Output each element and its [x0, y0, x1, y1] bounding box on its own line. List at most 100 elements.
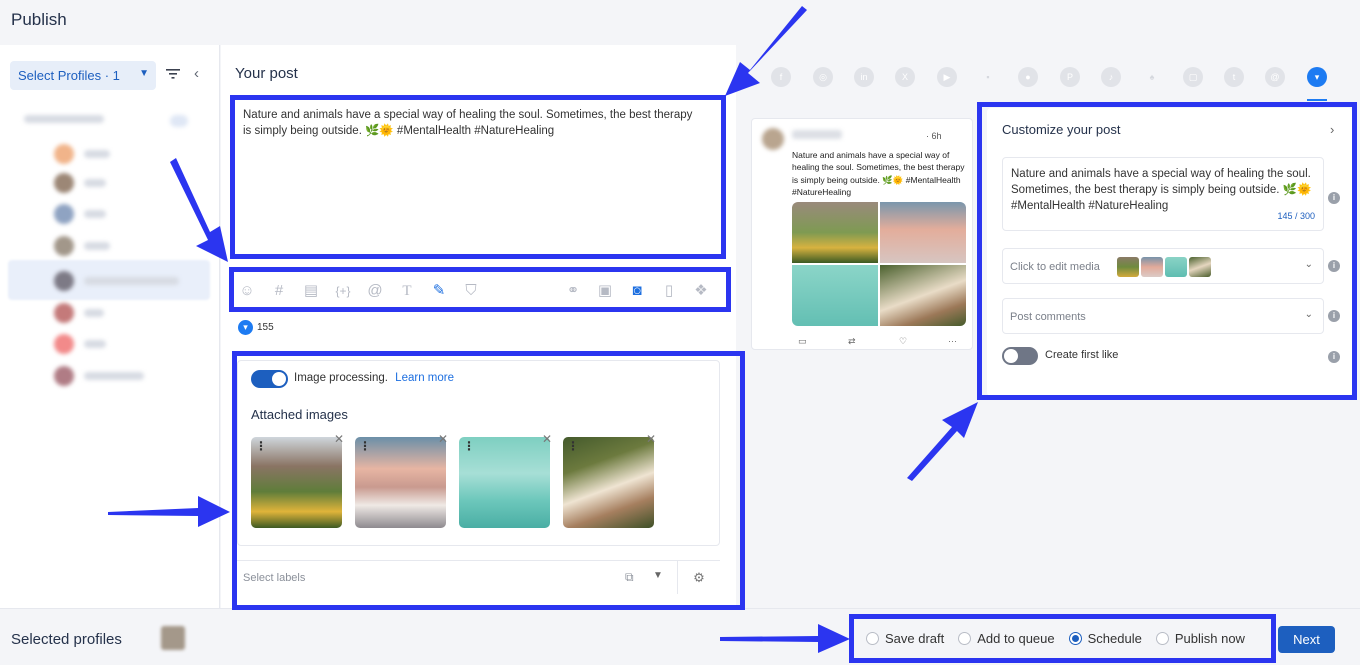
- text-format-icon[interactable]: T: [397, 281, 417, 301]
- preview-author-name: [792, 130, 842, 139]
- customize-char-count: 145 / 300: [1277, 211, 1315, 221]
- google-business-icon[interactable]: ▪: [978, 67, 998, 87]
- active-network-indicator: [1307, 99, 1327, 101]
- schedule-option[interactable]: Schedule: [1068, 631, 1142, 646]
- preview-image: [880, 265, 966, 326]
- remove-image-icon[interactable]: ✕: [542, 432, 552, 446]
- image-menu-icon[interactable]: ⋮: [567, 439, 579, 453]
- like-icon[interactable]: ♡: [899, 336, 907, 347]
- avatar: [762, 128, 784, 150]
- schedule-label: Schedule: [1087, 631, 1142, 646]
- first-like-toggle[interactable]: [1002, 347, 1038, 365]
- profile-item[interactable]: [54, 144, 110, 164]
- radio-circle: [866, 632, 879, 645]
- repost-icon[interactable]: ⇄: [848, 336, 856, 347]
- instagram-icon[interactable]: ◎: [813, 67, 833, 87]
- publish-now-option[interactable]: Publish now: [1155, 631, 1245, 646]
- remove-image-icon[interactable]: ✕: [646, 432, 656, 446]
- profile-item[interactable]: [54, 334, 106, 354]
- preview-image-grid: [792, 202, 966, 326]
- learn-more-link[interactable]: Learn more: [395, 372, 454, 384]
- char-count-value: 155: [257, 322, 274, 333]
- media-thumbnail: [1189, 257, 1211, 277]
- preview-image: [792, 202, 878, 263]
- post-comments-row[interactable]: Post comments ⌄: [1002, 298, 1324, 334]
- radio-circle: [958, 632, 972, 645]
- emoji-icon[interactable]: ☺: [237, 281, 257, 301]
- snapchat-icon[interactable]: ♠: [1142, 67, 1162, 87]
- image-menu-icon[interactable]: ⋮: [359, 439, 371, 453]
- remove-image-icon[interactable]: ✕: [334, 432, 344, 446]
- customize-text-editor[interactable]: Nature and animals have a special way of…: [1002, 157, 1324, 231]
- tumblr-icon[interactable]: t: [1224, 67, 1244, 87]
- select-profiles-dropdown[interactable]: Select Profiles · 1 ▼: [10, 61, 156, 90]
- profile-item[interactable]: [54, 303, 104, 323]
- image-processing-toggle[interactable]: [251, 370, 288, 388]
- gear-icon[interactable]: ⚙: [677, 561, 720, 594]
- composer-toolbar: ☺ # ▤ {+} @ T ✎ ⛉ ⚭ ▣ ◙ ▯ ❖: [237, 281, 725, 301]
- add-to-queue-option[interactable]: Add to queue: [958, 631, 1055, 646]
- radio-circle: [1155, 632, 1169, 645]
- composer-panel: Your post Nature and animals have a spec…: [221, 45, 736, 608]
- customize-title: Customize your post: [1002, 122, 1121, 137]
- telegram-icon[interactable]: ▢: [1183, 67, 1203, 87]
- reddit-icon[interactable]: ●: [1018, 67, 1038, 87]
- preview-timestamp: · 6h: [926, 131, 942, 141]
- linkedin-icon[interactable]: in: [854, 67, 874, 87]
- camera-icon[interactable]: ◙: [627, 281, 647, 301]
- profiles-sidebar: Select Profiles · 1 ▼ ‹: [0, 45, 220, 608]
- video-icon[interactable]: ▣: [595, 281, 615, 301]
- image-menu-icon[interactable]: ⋮: [463, 439, 475, 453]
- profile-group-header[interactable]: [24, 115, 104, 123]
- caret-down-icon: ▼: [139, 68, 149, 79]
- chevron-down-icon[interactable]: ▼: [653, 570, 663, 581]
- chevron-right-icon[interactable]: ›: [1330, 122, 1334, 137]
- profile-item[interactable]: [54, 271, 179, 291]
- bluesky-icon[interactable]: ▾: [1307, 67, 1327, 87]
- edit-media-row[interactable]: Click to edit media ⌄: [1002, 248, 1324, 284]
- next-button[interactable]: Next: [1278, 626, 1335, 653]
- info-icon[interactable]: i: [1328, 192, 1340, 204]
- info-icon[interactable]: i: [1328, 351, 1340, 363]
- profile-item[interactable]: [54, 366, 144, 386]
- link-icon[interactable]: ⚭: [563, 281, 583, 301]
- dropbox-icon[interactable]: ❖: [691, 281, 711, 301]
- customize-text: Nature and animals have a special way of…: [1011, 168, 1312, 212]
- save-draft-option[interactable]: Save draft: [866, 631, 944, 646]
- post-text-editor[interactable]: Nature and animals have a special way of…: [243, 107, 703, 139]
- preview-image: [792, 265, 878, 326]
- variable-icon[interactable]: {+}: [333, 281, 353, 301]
- filter-icon[interactable]: [165, 67, 181, 81]
- document-icon[interactable]: ▯: [659, 281, 679, 301]
- tiktok-icon[interactable]: ♪: [1101, 67, 1121, 87]
- preview-text: Nature and animals have a special way of…: [792, 150, 965, 197]
- page-title: Publish: [11, 10, 67, 29]
- image-menu-icon[interactable]: ⋮: [255, 439, 267, 453]
- snippet-icon[interactable]: ▤: [301, 281, 321, 301]
- facebook-icon[interactable]: f: [771, 67, 791, 87]
- select-labels-input[interactable]: Select labels: [243, 572, 305, 584]
- info-icon[interactable]: i: [1328, 310, 1340, 322]
- labels-row: Select labels ⧉ ▼ ⚙: [237, 560, 720, 594]
- chevron-down-icon: ⌄: [1304, 259, 1313, 270]
- youtube-icon[interactable]: ▶: [937, 67, 957, 87]
- remove-image-icon[interactable]: ✕: [438, 432, 448, 446]
- threads-icon[interactable]: @: [1265, 67, 1285, 87]
- reply-icon[interactable]: ▭: [798, 336, 807, 347]
- hashtag-icon[interactable]: #: [269, 281, 289, 301]
- copy-icon[interactable]: ⧉: [625, 570, 634, 585]
- mention-icon[interactable]: @: [365, 281, 385, 301]
- post-comments-label: Post comments: [1010, 311, 1086, 323]
- pinterest-icon[interactable]: P: [1060, 67, 1080, 87]
- info-icon[interactable]: i: [1328, 260, 1340, 272]
- profile-item[interactable]: [54, 204, 106, 224]
- edit-media-label: Click to edit media: [1010, 261, 1100, 273]
- collapse-sidebar-icon[interactable]: ‹: [194, 65, 199, 82]
- radio-circle-selected: [1068, 632, 1082, 645]
- more-icon[interactable]: ···: [948, 336, 957, 346]
- profile-item[interactable]: [54, 173, 106, 193]
- profile-item[interactable]: [54, 236, 110, 256]
- x-icon[interactable]: X: [895, 67, 915, 87]
- shield-icon[interactable]: ⛉: [461, 281, 481, 301]
- magic-wand-icon[interactable]: ✎: [429, 281, 449, 301]
